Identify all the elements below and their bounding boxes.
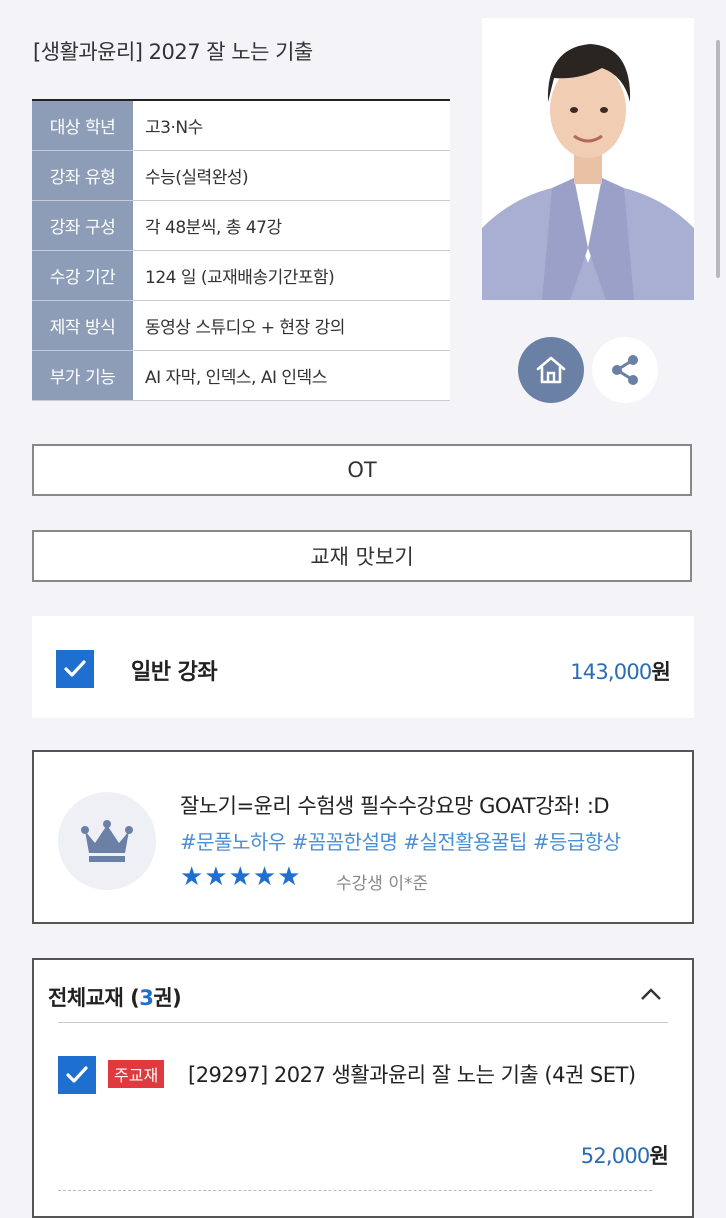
info-label: 수강 기간 <box>32 251 133 300</box>
course-label: 일반 강좌 <box>131 660 218 685</box>
info-value: 동영상 스튜디오 + 현장 강의 <box>133 301 450 350</box>
home-button[interactable] <box>518 337 584 403</box>
review-tags: #문풀노하우 #꼼꼼한설명 #실전활용꿀팁 #등급향상 <box>180 830 621 854</box>
checkmark-icon <box>64 660 86 677</box>
info-label: 부가 기능 <box>32 351 133 400</box>
chevron-up-icon <box>641 988 661 1000</box>
ot-button[interactable]: OT <box>32 444 692 496</box>
course-info-table: 대상 학년 고3·N수 강좌 유형 수능(실력완성) 강좌 구성 각 48분씩,… <box>32 99 450 401</box>
textbook-price-value: 52,000 <box>580 1144 650 1168</box>
instructor-portrait-illustration <box>482 18 694 300</box>
info-row-period: 수강 기간 124 일 (교재배송기간포함) <box>32 251 450 301</box>
info-value: 고3·N수 <box>133 101 450 150</box>
course-price: 143,000원 <box>570 656 671 686</box>
currency-label: 원 <box>649 1144 668 1168</box>
course-checkbox[interactable] <box>56 650 94 688</box>
review-title: 잘노기=윤리 수험생 필수수강요망 GOAT강좌! :D <box>180 794 610 818</box>
course-price-value: 143,000 <box>570 660 652 684</box>
info-value: 수능(실력완성) <box>133 151 450 200</box>
crown-badge <box>58 792 156 890</box>
item-divider <box>58 1190 652 1191</box>
textbook-price: 52,000원 <box>580 1140 669 1170</box>
info-label: 강좌 구성 <box>32 201 133 250</box>
course-option: 일반 강좌 143,000원 <box>32 616 694 718</box>
info-value: 각 48분씩, 총 47강 <box>133 201 450 250</box>
info-value: 124 일 (교재배송기간포함) <box>133 251 450 300</box>
main-textbook-badge: 주교재 <box>108 1060 165 1088</box>
info-row-features: 부가 기능 AI 자막, 인덱스, AI 인덱스 <box>32 351 450 401</box>
crown-icon <box>81 820 133 862</box>
info-row-grade: 대상 학년 고3·N수 <box>32 101 450 151</box>
textbook-preview-button[interactable]: 교재 맛보기 <box>32 530 692 582</box>
rating-stars: ★★★★★ <box>180 862 302 892</box>
info-value: AI 자막, 인덱스, AI 인덱스 <box>133 351 450 400</box>
page-title: [생활과윤리] 2027 잘 노는 기출 <box>33 40 313 64</box>
info-row-production: 제작 방식 동영상 스튜디오 + 현장 강의 <box>32 301 450 351</box>
count-close: 권) <box>153 986 182 1010</box>
info-label: 제작 방식 <box>32 301 133 350</box>
textbook-section: 전체교재 (3권) [29297] 2027 생활과윤리 잘 노는 기출 (4권… <box>32 958 694 1218</box>
info-label: 대상 학년 <box>32 101 133 150</box>
info-row-composition: 강좌 구성 각 48분씩, 총 47강 <box>32 201 450 251</box>
scrollbar[interactable] <box>716 40 720 278</box>
textbook-header-label: 전체교재 <box>48 986 124 1010</box>
share-button[interactable] <box>592 337 658 403</box>
currency-label: 원 <box>651 660 670 684</box>
textbook-count: 3 <box>139 986 154 1010</box>
info-label: 강좌 유형 <box>32 151 133 200</box>
home-icon <box>536 356 566 384</box>
collapse-button[interactable] <box>640 986 662 1005</box>
count-open: ( <box>123 986 140 1010</box>
reviewer-name: 수강생 이*준 <box>336 874 429 894</box>
share-icon <box>612 355 638 385</box>
instructor-photo <box>482 18 694 300</box>
section-divider <box>58 1022 668 1023</box>
textbook-header[interactable]: 전체교재 (3권) <box>48 982 182 1012</box>
info-row-type: 강좌 유형 수능(실력완성) <box>32 151 450 201</box>
review-card: 잘노기=윤리 수험생 필수수강요망 GOAT강좌! :D #문풀노하우 #꼼꼼한… <box>32 750 694 924</box>
